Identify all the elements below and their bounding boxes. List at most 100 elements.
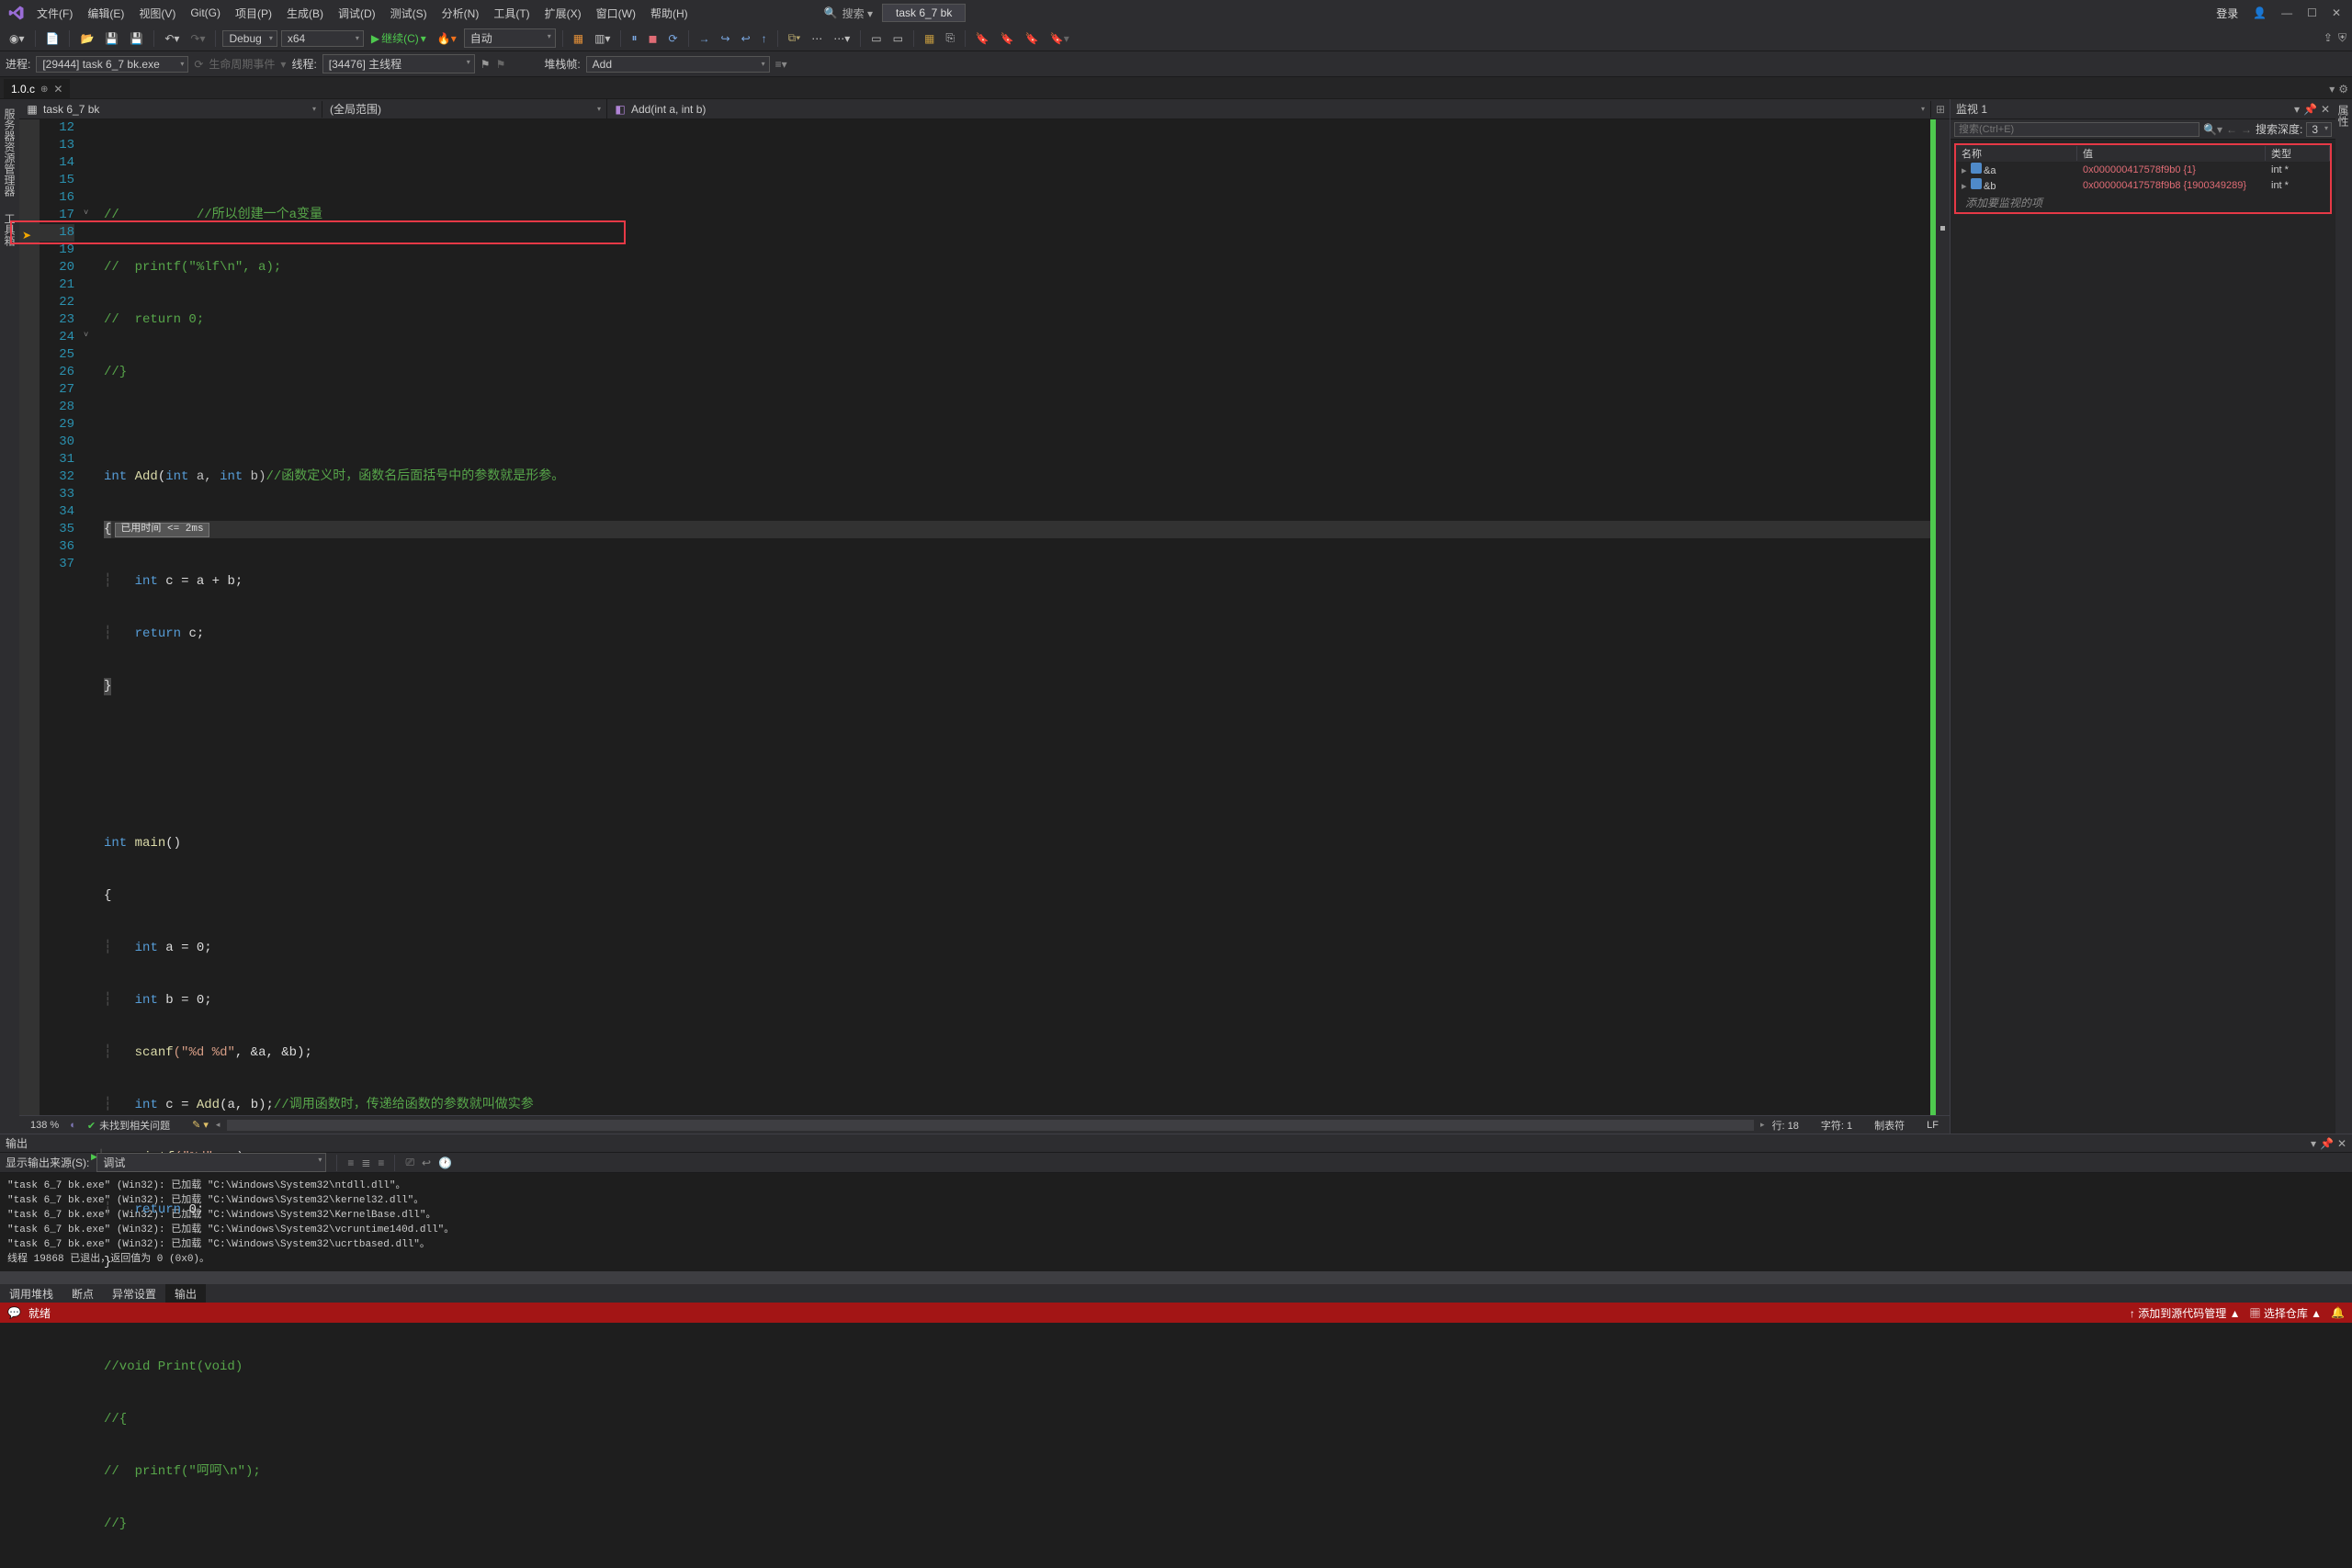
solution-name[interactable]: task 6_7 bk: [882, 4, 966, 22]
menu-view[interactable]: 视图(V): [131, 2, 183, 25]
nav-func[interactable]: ◧Add(int a, int b): [607, 101, 1931, 118]
config-dropdown[interactable]: Debug: [222, 30, 277, 47]
undo-icon[interactable]: ↶▾: [161, 30, 183, 47]
out-pin[interactable]: 📌: [2320, 1137, 2334, 1150]
out-menu[interactable]: ▾: [2311, 1137, 2316, 1150]
open-icon[interactable]: 📂: [76, 30, 97, 47]
right-tool-tabs[interactable]: 属性: [2335, 99, 2352, 1134]
menu-debug[interactable]: 调试(D): [331, 2, 383, 25]
sign-in-button[interactable]: 登录: [2209, 6, 2245, 21]
save-all-icon[interactable]: 💾: [126, 30, 147, 47]
nav-scope[interactable]: (全局范围): [322, 99, 607, 118]
tb-i2[interactable]: ⎘: [942, 29, 958, 47]
process-dropdown[interactable]: [29444] task 6_7 bk.exe: [36, 56, 188, 73]
menu-edit[interactable]: 编辑(E): [80, 2, 131, 25]
code-area[interactable]: // //所以创建一个a变量 // printf("%lf\n", a); //…: [98, 119, 1930, 1115]
server-explorer-tab[interactable]: 工具箱: [4, 209, 17, 250]
menu-git[interactable]: Git(G): [183, 3, 228, 23]
new-item[interactable]: 📄: [42, 30, 63, 47]
document-tab[interactable]: 1.0.c ⊕ ✕: [4, 79, 70, 98]
tb-h1[interactable]: ▭: [867, 30, 885, 47]
menu-tools[interactable]: 工具(T): [486, 2, 537, 25]
maximize-button[interactable]: ☐: [2300, 6, 2324, 19]
out-close[interactable]: ✕: [2337, 1137, 2346, 1150]
watch-row[interactable]: ▸&b 0x000000417578f9b8 {1900349289} int …: [1956, 177, 2330, 193]
nav-prev-icon[interactable]: ←: [2226, 123, 2237, 136]
panel-pin-icon[interactable]: 📌: [2303, 103, 2317, 116]
menu-extensions[interactable]: 扩展(X): [537, 2, 589, 25]
properties-tab[interactable]: 属性: [2336, 105, 2349, 127]
auto-dropdown[interactable]: 自动: [464, 28, 556, 48]
save-icon[interactable]: 💾: [101, 30, 122, 47]
close-tab-icon[interactable]: ✕: [53, 83, 62, 96]
tb-i1[interactable]: ▦: [921, 30, 938, 47]
status-repo[interactable]: ▦ 选择仓库 ▲: [2249, 1305, 2322, 1321]
tb-ic2[interactable]: ▥▾: [591, 30, 614, 47]
perf-tip[interactable]: 已用时间 <= 2ms: [115, 523, 209, 537]
watch-col-name[interactable]: 名称: [1956, 146, 2077, 161]
margin-gutter[interactable]: ➤: [19, 119, 40, 1115]
redo-icon[interactable]: ↷▾: [187, 30, 209, 47]
live-share-icon[interactable]: ⇪: [2324, 31, 2333, 45]
tab-call-stack[interactable]: 调用堆栈: [0, 1284, 62, 1303]
nav-project[interactable]: ▦task 6_7 bk: [19, 101, 322, 118]
admin-icon[interactable]: ⛨: [2338, 31, 2346, 45]
tb-ic1[interactable]: ▦: [570, 30, 587, 47]
menu-project[interactable]: 项目(P): [228, 2, 279, 25]
thread-dropdown[interactable]: [34476] 主线程: [322, 54, 475, 73]
menu-window[interactable]: 窗口(W): [589, 2, 643, 25]
stack-dropdown[interactable]: Add: [586, 56, 770, 73]
chat-icon[interactable]: 💬: [7, 1306, 21, 1319]
step-out-icon[interactable]: ↩: [738, 30, 754, 47]
menu-file[interactable]: 文件(F): [29, 2, 80, 25]
platform-dropdown[interactable]: x64: [281, 30, 364, 47]
watch-col-type[interactable]: 类型: [2266, 146, 2330, 161]
close-button[interactable]: ✕: [2324, 6, 2348, 19]
horizontal-scrollbar[interactable]: [227, 1120, 1754, 1131]
watch-search-input[interactable]: [1954, 122, 2199, 137]
split-icon[interactable]: ⊞: [1931, 103, 1950, 116]
hot-reload-icon[interactable]: 🔥▾: [434, 30, 460, 47]
fold-gutter[interactable]: ˅ ˅: [82, 119, 98, 1115]
watch-search-icon[interactable]: 🔍▾: [2203, 123, 2222, 136]
search-box[interactable]: 🔍 搜索 ▾: [824, 6, 873, 21]
bm4[interactable]: 🔖▾: [1046, 30, 1073, 47]
tb-g3[interactable]: ⋯▾: [830, 30, 854, 47]
toolbox-tab[interactable]: 服务器资源管理器: [4, 105, 17, 200]
tb-g1[interactable]: ⧉▾: [785, 29, 805, 47]
nav-back[interactable]: ◉▾: [6, 30, 28, 47]
zoom-level[interactable]: 138 %: [19, 1120, 70, 1131]
depth-dropdown[interactable]: 3: [2306, 122, 2332, 137]
panel-close-icon[interactable]: ✕: [2321, 103, 2330, 116]
tab-breakpoints[interactable]: 断点: [62, 1284, 103, 1303]
bookmark-icon[interactable]: 🔖: [972, 30, 993, 47]
step-into-icon[interactable]: →: [695, 30, 714, 47]
tb-g2[interactable]: ⋯: [808, 30, 826, 47]
nav-next-icon[interactable]: →: [2241, 123, 2252, 136]
menu-build[interactable]: 生成(B): [279, 2, 331, 25]
bm2[interactable]: 🔖: [997, 30, 1018, 47]
step-back-icon[interactable]: ↑: [758, 30, 771, 47]
add-watch-item[interactable]: 添加要监视的项: [1956, 193, 2330, 212]
account-icon[interactable]: 👤: [2245, 6, 2274, 19]
gear-icon[interactable]: ⚙: [2338, 83, 2348, 96]
menu-help[interactable]: 帮助(H): [643, 2, 695, 25]
status-git[interactable]: ↑ 添加到源代码管理 ▲: [2130, 1305, 2241, 1321]
stop-icon[interactable]: ◼: [644, 30, 661, 47]
menu-analyze[interactable]: 分析(N): [435, 2, 487, 25]
watch-row[interactable]: ▸&a 0x000000417578f9b0 {1} int *: [1956, 162, 2330, 177]
watch-col-value[interactable]: 值: [2077, 146, 2266, 161]
vertical-scrollbar[interactable]: [1936, 119, 1950, 1115]
menu-test[interactable]: 测试(S): [383, 2, 435, 25]
pause-icon[interactable]: ⏸: [628, 29, 640, 47]
panel-menu-icon[interactable]: ▾: [2294, 103, 2300, 116]
editor-body[interactable]: ➤ 12131415 1617181920 2122232425 2627282…: [19, 119, 1950, 1115]
more-tabs[interactable]: ▾: [2329, 83, 2335, 96]
bm3[interactable]: 🔖: [1022, 30, 1043, 47]
continue-button[interactable]: ▶ 继续(C) ▾: [368, 28, 430, 48]
status-bell-icon[interactable]: 🔔: [2331, 1306, 2345, 1319]
restart-icon[interactable]: ⟳: [664, 30, 681, 47]
step-over-icon[interactable]: ↪: [718, 30, 734, 47]
pin-icon[interactable]: ⊕: [40, 85, 48, 95]
tb-h2[interactable]: ▭: [889, 30, 907, 47]
